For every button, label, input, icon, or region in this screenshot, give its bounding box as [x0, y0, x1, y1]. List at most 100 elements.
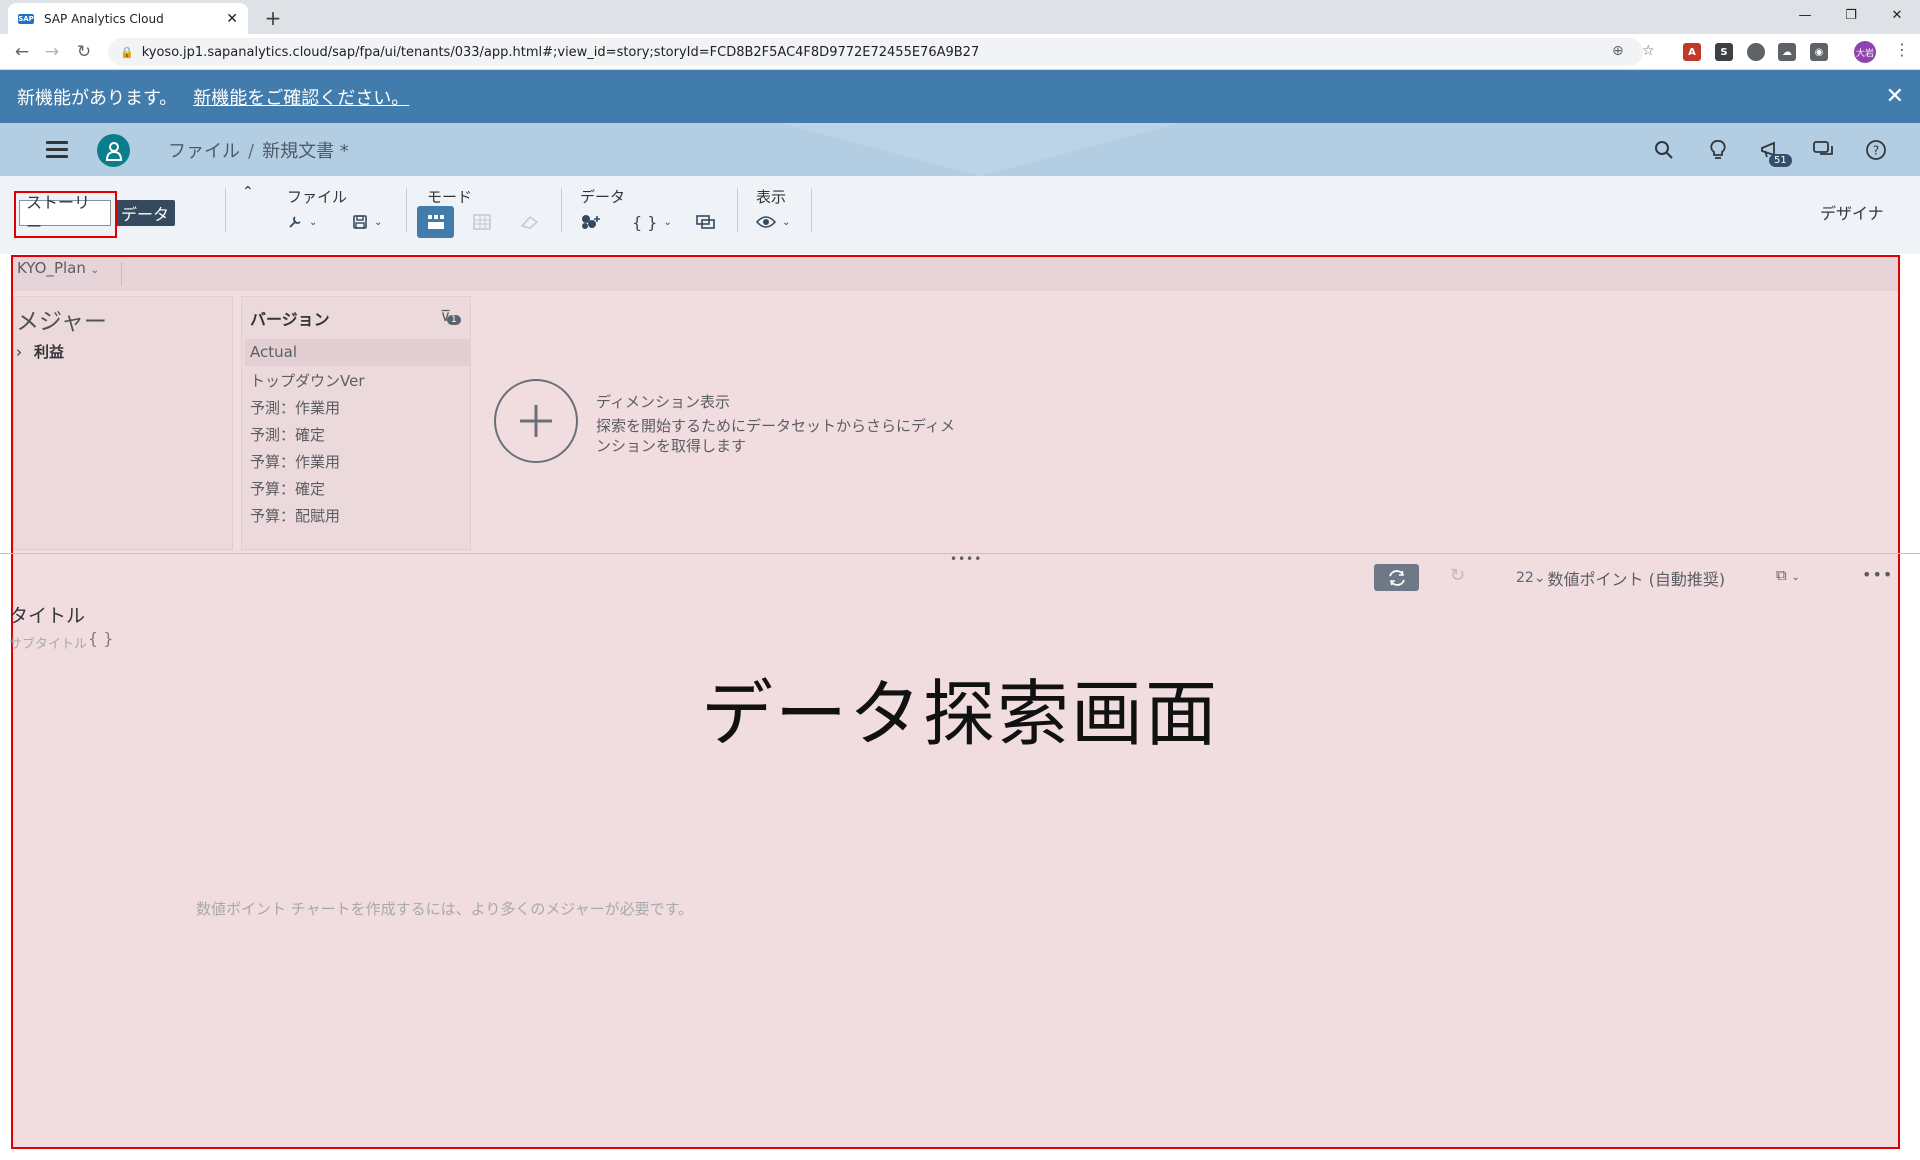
- sap-favicon-icon: SAP: [18, 13, 34, 24]
- url-field[interactable]: 🔒 kyoso.jp1.sapanalytics.cloud/sap/fpa/u…: [108, 38, 1643, 66]
- lightbulb-icon[interactable]: [1704, 136, 1732, 164]
- user-avatar-icon[interactable]: [97, 134, 130, 167]
- model-name: KYO_Plan: [17, 259, 86, 277]
- forward-icon[interactable]: →: [40, 40, 64, 64]
- save-menu-icon[interactable]: ⌄: [352, 210, 382, 234]
- new-features-banner: 新機能があります。 新機能をご確認ください。 ✕: [0, 70, 1920, 123]
- camera-extension-icon[interactable]: ◉: [1810, 43, 1828, 61]
- chevron-down-icon: ⌄: [90, 265, 100, 276]
- view-group-label: 表示: [756, 188, 787, 206]
- model-selector[interactable]: KYO_Plan ⌄: [17, 259, 99, 277]
- annotation-overlay-text: データ探索画面: [700, 672, 1219, 756]
- lock-icon: 🔒: [120, 45, 134, 59]
- data-group-label: データ: [580, 188, 626, 206]
- svg-text:?: ?: [1873, 144, 1879, 158]
- s-extension-icon[interactable]: S: [1715, 43, 1733, 61]
- version-filter-icon[interactable]: ⊽ 1: [440, 307, 461, 325]
- breadcrumb: ファイル / 新規文書 *: [168, 137, 349, 163]
- splitter-grip-icon[interactable]: ••••: [950, 552, 982, 566]
- designer-button[interactable]: デザイナ: [1820, 200, 1884, 224]
- eraser-mode-icon[interactable]: [518, 210, 540, 234]
- chevron-right-icon: ›: [16, 343, 22, 361]
- minimize-icon[interactable]: —: [1782, 0, 1828, 30]
- bookmark-star-icon[interactable]: ☆: [1642, 43, 1655, 59]
- circle-extension-icon[interactable]: [1747, 43, 1765, 61]
- add-dimension-title: ディメンション表示: [596, 393, 730, 411]
- tab-close-icon[interactable]: ✕: [226, 11, 238, 27]
- shell-bar: ファイル / 新規文書 * 51 ?: [0, 123, 1920, 176]
- toolbar-divider: [406, 188, 407, 232]
- link-dimensions-icon[interactable]: [696, 210, 716, 234]
- add-dimension-description: 探索を開始するためにデータセットからさらにディメンションを取得します: [596, 417, 955, 455]
- toolbar-divider: [561, 188, 562, 232]
- reload-icon[interactable]: ↻: [72, 40, 96, 64]
- banner-close-icon[interactable]: ✕: [1886, 84, 1904, 109]
- zoom-icon[interactable]: ⊕: [1612, 43, 1624, 59]
- browser-tab-bar: SAP SAP Analytics Cloud ✕ + — ❐ ✕: [0, 0, 1920, 34]
- address-bar: ← → ↻ 🔒 kyoso.jp1.sapanalytics.cloud/sap…: [0, 34, 1920, 70]
- breadcrumb-file[interactable]: ファイル: [168, 141, 240, 162]
- mode-group-label: モード: [427, 188, 473, 206]
- profile-avatar[interactable]: 大岩: [1854, 41, 1876, 63]
- chart-formula-icon[interactable]: { }: [88, 629, 113, 648]
- refresh-button[interactable]: [1374, 564, 1419, 591]
- version-item[interactable]: トップダウンVer: [250, 370, 365, 391]
- restore-icon[interactable]: ❐: [1828, 0, 1874, 30]
- add-dimension-button[interactable]: [494, 379, 578, 463]
- chart-title[interactable]: タイトル: [9, 601, 85, 628]
- window-close-icon[interactable]: ✕: [1874, 0, 1920, 30]
- version-item[interactable]: 予算：確定: [250, 478, 325, 499]
- shell-decoration: [780, 123, 1180, 176]
- measure-item[interactable]: › 利益: [16, 341, 64, 362]
- chart-type-selector[interactable]: 22⌄ 数値ポイント (自動推奨): [1516, 566, 1725, 590]
- browser-menu-icon[interactable]: ⋮: [1894, 40, 1910, 59]
- measures-title: メジャー: [16, 309, 107, 335]
- toolbar-divider: [737, 188, 738, 232]
- filter-count-badge: 1: [447, 315, 461, 325]
- highlight-box-story: [14, 191, 117, 238]
- version-item[interactable]: 予測：確定: [250, 424, 325, 445]
- help-icon[interactable]: ?: [1862, 136, 1890, 164]
- new-tab-button[interactable]: +: [260, 5, 286, 31]
- version-item[interactable]: 予算：配賦用: [250, 505, 340, 526]
- redo-icon[interactable]: ↻: [1450, 565, 1465, 586]
- toolbar-divider: [811, 188, 812, 232]
- url-text: kyoso.jp1.sapanalytics.cloud/sap/fpa/ui/…: [141, 44, 980, 60]
- file-group-label: ファイル: [287, 188, 348, 206]
- chart-empty-message: 数値ポイント チャートを作成するには、より多くのメジャーが必要です。: [196, 900, 694, 918]
- collapse-toolbar-icon[interactable]: ⌃: [242, 184, 254, 200]
- search-icon[interactable]: [1650, 136, 1678, 164]
- formula-menu-icon[interactable]: { } ⌄: [632, 210, 672, 234]
- toolbar-divider: [225, 188, 226, 232]
- breadcrumb-document: 新規文書 *: [262, 141, 349, 162]
- version-title: バージョン: [250, 310, 330, 329]
- version-item[interactable]: 予算：作業用: [250, 451, 340, 472]
- feedback-icon[interactable]: [1810, 136, 1838, 164]
- explorer-mode-button[interactable]: [417, 206, 454, 238]
- model-divider: [121, 262, 122, 286]
- copy-menu-icon[interactable]: ⧉ ⌄: [1776, 566, 1800, 584]
- banner-link[interactable]: 新機能をご確認ください。: [193, 84, 409, 110]
- tab-title: SAP Analytics Cloud: [44, 11, 164, 26]
- data-tab-button[interactable]: データ: [115, 200, 175, 226]
- version-item[interactable]: 予測：作業用: [250, 397, 340, 418]
- cloud-extension-icon[interactable]: ☁: [1778, 43, 1796, 61]
- browser-tab[interactable]: SAP SAP Analytics Cloud ✕: [8, 3, 248, 34]
- breadcrumb-separator: /: [248, 141, 255, 162]
- banner-message: 新機能があります。: [17, 87, 178, 109]
- view-menu-icon[interactable]: ⌄: [756, 210, 790, 234]
- pdf-extension-icon[interactable]: A: [1683, 43, 1701, 61]
- model-bar: [13, 257, 1898, 291]
- more-options-icon[interactable]: •••: [1862, 565, 1893, 584]
- grid-mode-icon[interactable]: [473, 210, 491, 234]
- numeric-point-icon: 22⌄: [1516, 570, 1546, 586]
- chart-type-label: 数値ポイント (自動推奨): [1547, 570, 1726, 589]
- tools-menu-icon[interactable]: ⌄: [287, 210, 317, 234]
- version-item[interactable]: Actual: [250, 343, 297, 361]
- add-data-icon[interactable]: [580, 210, 602, 234]
- notification-count-badge: 51: [1769, 154, 1792, 167]
- chart-subtitle[interactable]: サブタイトル: [9, 633, 87, 652]
- hamburger-menu-icon[interactable]: [44, 137, 70, 163]
- back-icon[interactable]: ←: [10, 40, 34, 64]
- measure-label: 利益: [34, 343, 65, 361]
